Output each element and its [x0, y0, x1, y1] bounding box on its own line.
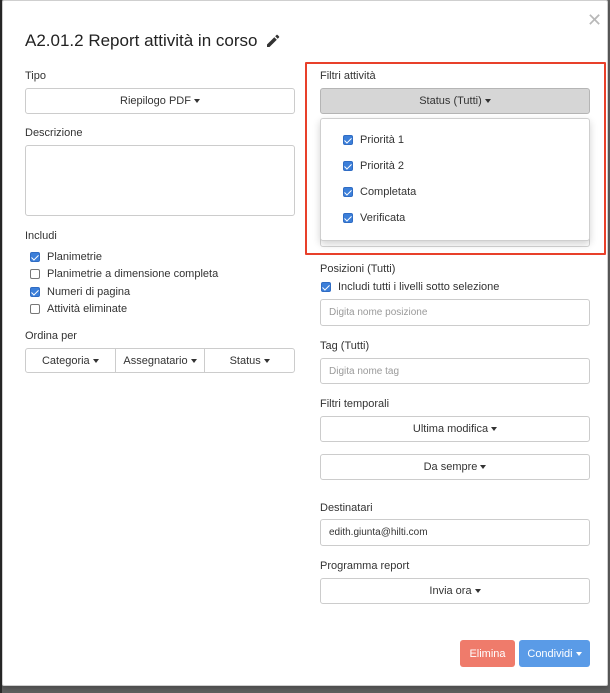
ordina-label: Ordina per	[25, 330, 77, 342]
modal-title: A2.01.2 Report attività in corso	[25, 31, 258, 50]
includi-planimetrie[interactable]: Planimetrie	[30, 251, 102, 263]
includi-planimetrie-complete[interactable]: Planimetrie a dimensione completa	[30, 268, 218, 280]
caret-down-icon	[193, 99, 200, 103]
caret-down-icon	[575, 651, 582, 656]
caret-down-icon	[480, 465, 487, 469]
includi-label: Includi	[25, 230, 57, 242]
input-value: edith.giunta@hilti.com	[329, 527, 428, 538]
tipo-value: Riepilogo PDF	[120, 95, 191, 107]
modal-header: A2.01.2 Report attività in corso	[25, 31, 281, 51]
programma-label: Programma report	[320, 560, 410, 572]
checkbox-label: Planimetrie a dimensione completa	[47, 268, 219, 280]
tag-label: Tag (Tutti)	[320, 340, 370, 352]
posizioni-label: Posizioni (Tutti)	[320, 263, 396, 275]
checkbox-label: Planimetrie	[47, 251, 103, 263]
posizione-input[interactable]: Digita nome posizione	[320, 299, 590, 326]
descrizione-label: Descrizione	[25, 127, 83, 139]
button-label: Assegnatario	[123, 354, 188, 367]
tipo-dropdown[interactable]: Riepilogo PDF	[25, 88, 295, 114]
button-label: Condividi	[527, 647, 573, 660]
condividi-button[interactable]: Condividi	[519, 640, 590, 667]
checkbox-unchecked-icon[interactable]	[30, 269, 40, 279]
button-label: Categoria	[41, 354, 90, 367]
filtri-temporali-label: Filtri temporali	[320, 398, 390, 410]
checkbox-label: Attività eliminate	[47, 303, 128, 315]
ordina-button-group: Categoria Assegnatario Status	[25, 348, 296, 373]
tag-input[interactable]: Digita nome tag	[320, 358, 590, 384]
invia-ora-dropdown[interactable]: Invia ora	[320, 578, 590, 604]
ordina-status-button[interactable]: Status	[204, 348, 296, 373]
destinatari-input[interactable]: edith.giunta@hilti.com	[320, 519, 590, 546]
da-sempre-dropdown[interactable]: Da sempre	[320, 454, 590, 480]
tipo-label: Tipo	[25, 70, 46, 82]
caret-down-icon	[474, 589, 481, 593]
checkbox-unchecked-icon[interactable]	[30, 304, 40, 314]
elimina-button[interactable]: Elimina	[460, 640, 515, 667]
ordina-assegnatario-button[interactable]: Assegnatario	[114, 348, 206, 373]
checkbox-checked-icon[interactable]	[30, 287, 40, 297]
pencil-icon[interactable]	[265, 33, 281, 49]
checkbox-checked-icon[interactable]	[30, 252, 40, 262]
button-label: Elimina	[469, 647, 506, 660]
button-label: Invia ora	[429, 585, 472, 597]
ordina-categoria-button[interactable]: Categoria	[25, 348, 116, 373]
descrizione-textarea[interactable]	[25, 145, 295, 216]
caret-down-icon	[263, 358, 270, 363]
checkbox-label: Includi tutti i livelli sotto selezione	[338, 281, 500, 293]
input-placeholder: Digita nome posizione	[329, 307, 428, 318]
destinatari-label: Destinatari	[320, 502, 373, 514]
report-modal: ✕ A2.01.2 Report attività in corso Tipo …	[2, 0, 608, 686]
button-label: Ultima modifica	[412, 423, 489, 435]
input-placeholder: Digita nome tag	[329, 365, 400, 377]
includi-livelli-checkbox[interactable]: Includi tutti i livelli sotto selezione	[321, 281, 499, 293]
checkbox-label: Numeri di pagina	[47, 286, 131, 298]
ultima-modifica-dropdown[interactable]: Ultima modifica	[320, 416, 590, 442]
highlight-annotation	[305, 62, 606, 255]
caret-down-icon	[190, 358, 197, 363]
includi-numeri-pagina[interactable]: Numeri di pagina	[30, 286, 130, 298]
caret-down-icon	[92, 358, 99, 363]
button-label: Da sempre	[423, 461, 478, 473]
checkbox-checked-icon[interactable]	[321, 282, 331, 292]
includi-attivita-eliminate[interactable]: Attività eliminate	[30, 303, 127, 315]
close-icon[interactable]: ✕	[587, 11, 602, 29]
button-label: Status	[229, 354, 261, 367]
caret-down-icon	[491, 427, 498, 431]
